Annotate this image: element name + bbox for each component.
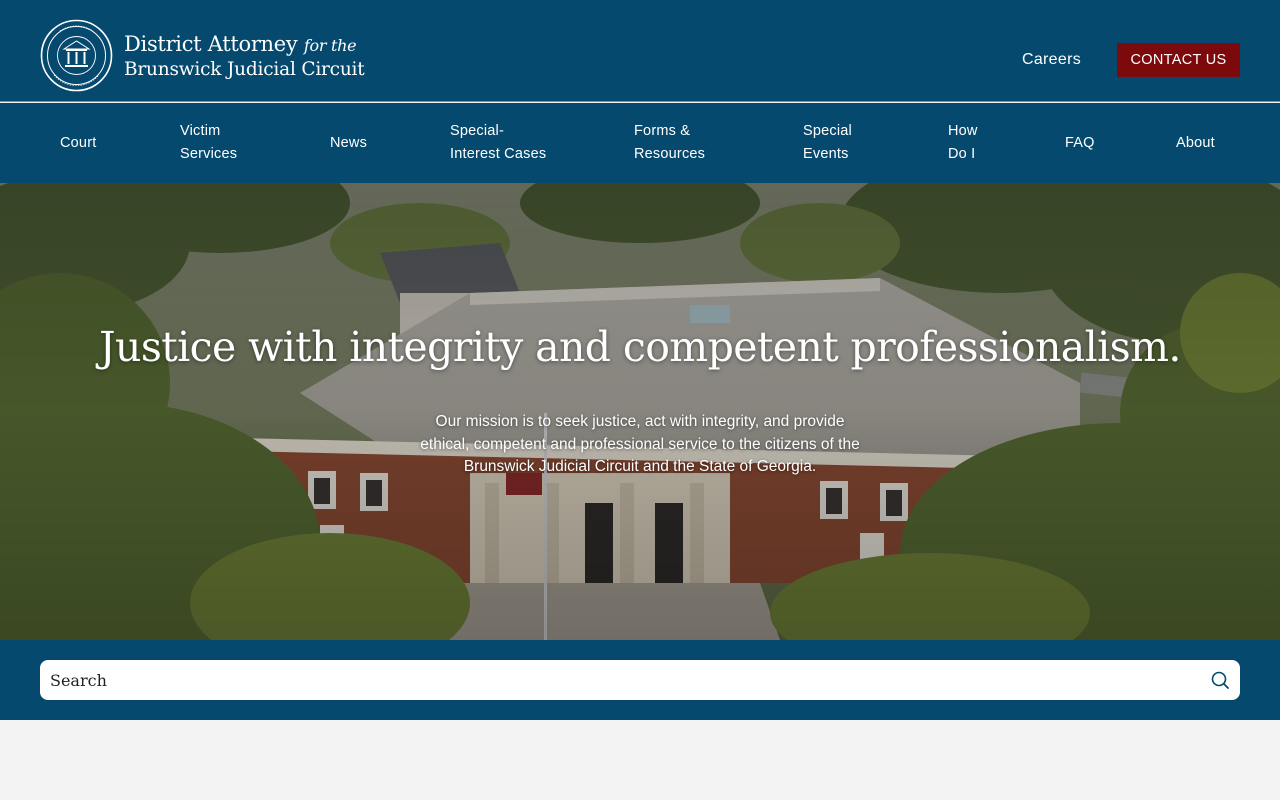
nav-item-faq[interactable]: FAQ bbox=[1065, 132, 1095, 155]
site-logo-link[interactable]: District Attorney for the Brunswick Judi… bbox=[40, 19, 365, 92]
nav-item-how-do-i[interactable]: How Do I bbox=[948, 120, 978, 166]
nav-item-special-events[interactable]: Special Events bbox=[803, 120, 852, 166]
nav-item-about[interactable]: About bbox=[1176, 132, 1215, 155]
contact-us-button[interactable]: CONTACT US bbox=[1117, 43, 1240, 77]
nav-label-line1: Forms & bbox=[634, 123, 691, 139]
nav-item-special-interest-cases[interactable]: Special- Interest Cases bbox=[450, 120, 546, 166]
brand-subtitle: Brunswick Judicial Circuit bbox=[124, 58, 365, 80]
nav-label-line2: Services bbox=[180, 146, 238, 162]
nav-label-line2: Interest Cases bbox=[450, 146, 547, 162]
nav-label: About bbox=[1176, 135, 1215, 151]
main-nav: Court Victim Services News Special- Inte… bbox=[0, 103, 1280, 183]
brand-title-for: for the bbox=[303, 35, 357, 55]
nav-label-line1: How bbox=[948, 123, 978, 139]
nav-item-forms-resources[interactable]: Forms & Resources bbox=[634, 120, 705, 166]
nav-label: Court bbox=[60, 135, 97, 151]
nav-item-court[interactable]: Court bbox=[60, 132, 96, 155]
nav-label: FAQ bbox=[1065, 135, 1095, 151]
search-input[interactable] bbox=[50, 660, 1190, 700]
nav-label-line2: Do I bbox=[948, 146, 976, 162]
nav-label: News bbox=[330, 135, 368, 151]
top-header: District Attorney for the Brunswick Judi… bbox=[0, 0, 1280, 102]
nav-item-news[interactable]: News bbox=[330, 132, 367, 155]
search-section bbox=[0, 640, 1280, 720]
nav-label-line2: Resources bbox=[634, 146, 706, 162]
georgia-state-seal-icon bbox=[40, 19, 113, 92]
hero-title: Justice with integrity and competent pro… bbox=[99, 323, 1181, 371]
nav-label-line2: Events bbox=[803, 146, 849, 162]
nav-label-line1: Special- bbox=[450, 123, 504, 139]
nav-label-line1: Special bbox=[803, 123, 852, 139]
search-icon[interactable] bbox=[1210, 670, 1230, 690]
nav-label-line1: Victim bbox=[180, 123, 221, 139]
careers-link[interactable]: Careers bbox=[1022, 49, 1081, 71]
brand-title: District Attorney for the bbox=[124, 31, 357, 56]
nav-item-victim-services[interactable]: Victim Services bbox=[180, 120, 237, 166]
hero-mission-text: Our mission is to seek justice, act with… bbox=[420, 413, 860, 475]
brand-text: District Attorney for the Brunswick Judi… bbox=[124, 31, 365, 81]
hero-section: Justice with integrity and competent pro… bbox=[0, 183, 1280, 640]
search-box bbox=[40, 660, 1240, 700]
